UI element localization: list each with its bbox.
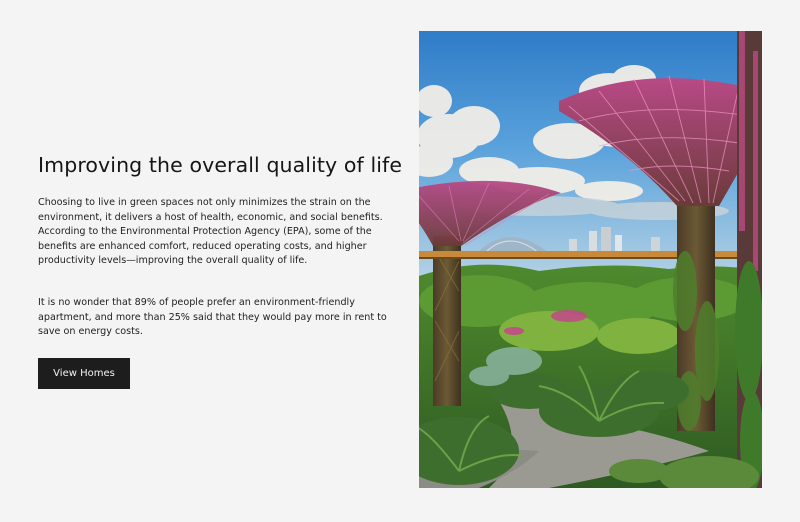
section-heading: Improving the overall quality of life bbox=[38, 153, 403, 177]
text-column: Improving the overall quality of life Ch… bbox=[38, 152, 403, 389]
intro-paragraph: Choosing to live in green spaces not onl… bbox=[38, 197, 383, 267]
view-homes-button[interactable]: View Homes bbox=[38, 357, 130, 389]
garden-illustration bbox=[419, 31, 762, 488]
supertree-garden-photo bbox=[419, 31, 762, 488]
quality-of-life-section: Improving the overall quality of life Ch… bbox=[0, 0, 800, 522]
statistics-paragraph: It is no wonder that 89% of people prefe… bbox=[38, 296, 387, 338]
